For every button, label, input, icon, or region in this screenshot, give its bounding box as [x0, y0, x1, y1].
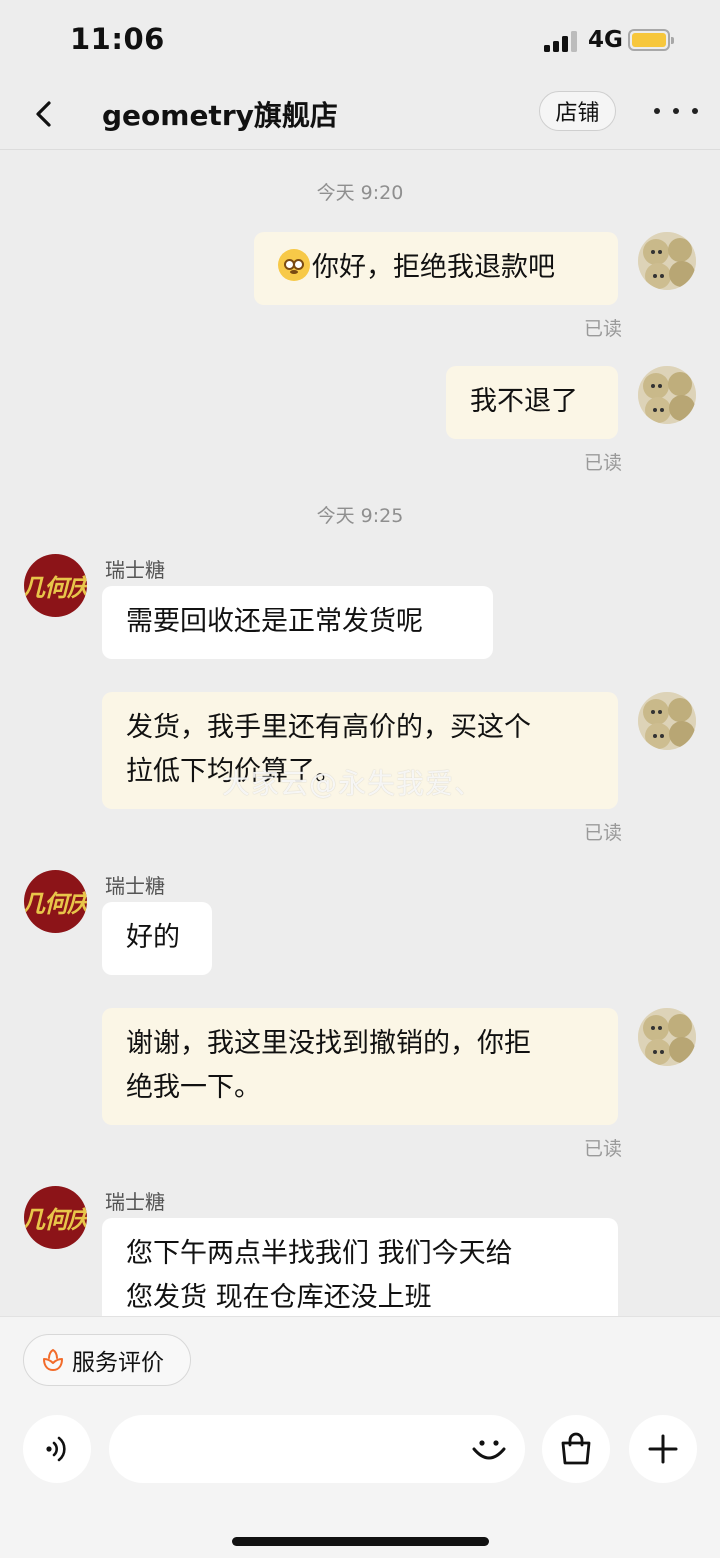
- voice-button[interactable]: [23, 1415, 91, 1483]
- input-panel: 服务评价: [0, 1316, 720, 1558]
- watermark: 大家云@永失我爱、: [222, 767, 484, 800]
- battery-icon: [628, 29, 674, 51]
- read-status: 已读: [583, 318, 622, 340]
- shop-title: geometry旗舰店: [102, 99, 338, 132]
- message-text: 发货，我手里还有高价的，买这个: [126, 712, 531, 743]
- shop-avatar[interactable]: 几何庆: [24, 1186, 87, 1249]
- shop-avatar[interactable]: 几何庆: [24, 870, 87, 933]
- voice-icon: [46, 1436, 66, 1462]
- shop-button[interactable]: 店铺: [539, 91, 616, 131]
- plus-icon: [648, 1434, 678, 1464]
- shopping-bag-icon: [561, 1432, 591, 1465]
- message-text: 好的: [126, 922, 180, 953]
- flower-icon: [43, 1348, 63, 1371]
- shop-message-bubble[interactable]: 需要回收还是正常发货呢: [102, 586, 493, 659]
- my-avatar[interactable]: [638, 692, 696, 750]
- message-text: 您下午两点半找我们 我们今天给: [126, 1238, 513, 1269]
- my-message-bubble[interactable]: 你好，拒绝我退款吧: [254, 232, 618, 305]
- flushed-face-icon: [278, 249, 310, 281]
- emoji-icon[interactable]: [469, 1429, 509, 1469]
- more-button[interactable]: [654, 94, 698, 128]
- sender-name: 瑞士糖: [105, 1190, 165, 1214]
- shop-avatar[interactable]: 几何庆: [24, 554, 87, 617]
- network-type: 4G: [588, 27, 623, 53]
- my-avatar[interactable]: [638, 366, 696, 424]
- timestamp: 今天 9:25: [316, 505, 404, 527]
- message-text: 您发货 现在仓库还没上班: [126, 1282, 432, 1313]
- home-indicator: [232, 1537, 489, 1546]
- chat-header: geometry旗舰店 店铺: [0, 80, 720, 150]
- signal-icon: [544, 30, 578, 52]
- service-review-button[interactable]: 服务评价: [23, 1334, 191, 1386]
- message-text-field[interactable]: [133, 1415, 463, 1483]
- back-button[interactable]: [30, 94, 60, 134]
- chevron-left-icon: [36, 101, 51, 127]
- product-button[interactable]: [542, 1415, 610, 1483]
- message-input[interactable]: [109, 1415, 525, 1483]
- status-bar: 11:06 4G: [0, 0, 720, 80]
- shop-message-bubble[interactable]: 您下午两点半找我们 我们今天给 您发货 现在仓库还没上班: [102, 1218, 618, 1316]
- status-time: 11:06: [70, 22, 165, 56]
- more-actions-button[interactable]: [629, 1415, 697, 1483]
- message-text: 你好，拒绝我退款吧: [312, 252, 555, 283]
- timestamp: 今天 9:20: [316, 182, 404, 204]
- read-status: 已读: [583, 1138, 622, 1160]
- message-text: 谢谢，我这里没找到撤销的，你拒: [126, 1028, 531, 1059]
- my-avatar[interactable]: [638, 1008, 696, 1066]
- my-avatar[interactable]: [638, 232, 696, 290]
- service-review-label: 服务评价: [72, 1350, 164, 1376]
- read-status: 已读: [583, 452, 622, 474]
- my-message-bubble[interactable]: 我不退了: [446, 366, 618, 439]
- message-text: 需要回收还是正常发货呢: [126, 606, 423, 637]
- message-text: 绝我一下。: [126, 1072, 261, 1103]
- shop-message-bubble[interactable]: 好的: [102, 902, 212, 975]
- message-text: 我不退了: [470, 386, 578, 417]
- read-status: 已读: [583, 822, 622, 844]
- my-message-bubble[interactable]: 谢谢，我这里没找到撤销的，你拒 绝我一下。: [102, 1008, 618, 1125]
- chat-list[interactable]: 今天 9:20 你好，拒绝我退款吧 已读 我不退了 已读 今天 9:25 几何庆…: [0, 150, 720, 1316]
- more-dots-icon: [654, 108, 660, 114]
- sender-name: 瑞士糖: [105, 874, 165, 898]
- sender-name: 瑞士糖: [105, 558, 165, 582]
